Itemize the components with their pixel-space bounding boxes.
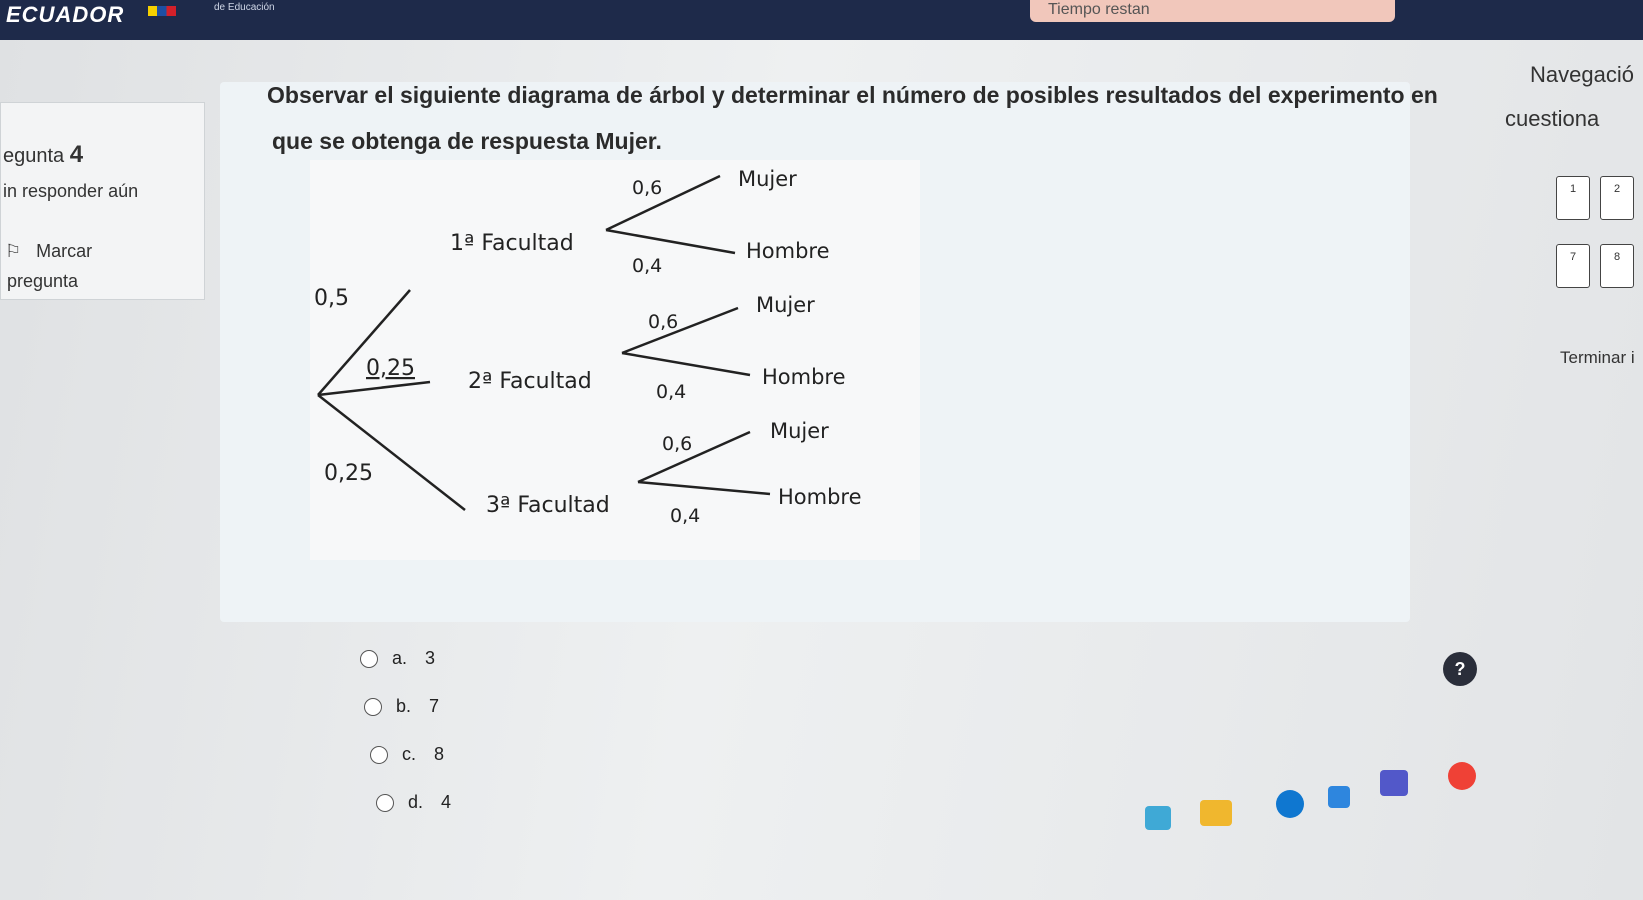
outcome-label-2a: Mujer bbox=[756, 293, 815, 317]
radio-button[interactable] bbox=[376, 793, 394, 812]
sub-prob-2a: 0,6 bbox=[648, 311, 678, 333]
navigation-subtitle: cuestiona bbox=[1505, 106, 1600, 131]
radio-button[interactable] bbox=[364, 697, 382, 716]
finish-attempt-link[interactable]: Terminar i bbox=[1560, 348, 1635, 368]
flag-icon bbox=[148, 6, 176, 16]
answer-text: 4 bbox=[441, 792, 452, 812]
radio-button[interactable] bbox=[360, 649, 378, 668]
radio-button[interactable] bbox=[370, 745, 388, 764]
store-icon[interactable] bbox=[1328, 786, 1350, 808]
answer-text: 7 bbox=[429, 696, 440, 716]
folder-icon[interactable] bbox=[1200, 800, 1232, 826]
sub-prob-3b: 0,4 bbox=[670, 505, 700, 527]
tree-diagram: 0,5 0,25 0,25 1ª Facultad 2ª Facultad 3ª… bbox=[310, 160, 920, 560]
nav-question-1[interactable]: 1 bbox=[1556, 176, 1590, 220]
flag-label-2: pregunta bbox=[7, 271, 79, 291]
question-status: in responder aún bbox=[3, 181, 139, 201]
answer-text: 8 bbox=[434, 744, 445, 764]
answer-option-a[interactable]: a. 3 bbox=[360, 648, 435, 669]
timer-panel: Tiempo restan bbox=[1030, 0, 1395, 22]
facultad-label-3: 3ª Facultad bbox=[486, 493, 610, 518]
branch-line-3 bbox=[317, 394, 466, 511]
navigation-title: Navegació bbox=[1530, 62, 1634, 87]
flag-icon: ⚐ bbox=[5, 241, 22, 261]
sub-branch-3a bbox=[637, 430, 751, 484]
nav-question-7[interactable]: 7 bbox=[1556, 244, 1590, 288]
top-bar: ECUADOR de Educación Tiempo restan bbox=[0, 0, 1643, 40]
sub-prob-1b: 0,4 bbox=[632, 255, 662, 277]
prob-label-2: 0,25 bbox=[366, 356, 415, 381]
sub-branch-1a bbox=[605, 174, 721, 232]
prob-label-1: 0,5 bbox=[314, 286, 349, 311]
answer-option-d[interactable]: d. 4 bbox=[376, 792, 451, 813]
sub-prob-1a: 0,6 bbox=[632, 177, 662, 199]
app-icon[interactable] bbox=[1145, 806, 1171, 830]
answer-option-b[interactable]: b. 7 bbox=[364, 696, 439, 717]
prob-label-3: 0,25 bbox=[324, 461, 373, 486]
question-text: Observar el siguiente diagrama de árbol … bbox=[267, 82, 1438, 108]
sub-prob-3a: 0,6 bbox=[662, 433, 692, 455]
facultad-label-2: 2ª Facultad bbox=[468, 369, 592, 394]
chrome-icon[interactable] bbox=[1448, 762, 1476, 790]
answer-option-c[interactable]: c. 8 bbox=[370, 744, 444, 765]
nav-question-8[interactable]: 8 bbox=[1600, 244, 1634, 288]
question-text-2: que se obtenga de respuesta Mujer. bbox=[272, 128, 662, 154]
sub-branch-2b bbox=[621, 351, 751, 377]
browser-icon[interactable] bbox=[1276, 790, 1304, 818]
question-info-card: egunta 4 in responder aún ⚐ Marcar pregu… bbox=[0, 102, 205, 300]
sub-prob-2b: 0,4 bbox=[656, 381, 686, 403]
question-number: 4 bbox=[69, 141, 84, 168]
brand-logo: ECUADOR bbox=[6, 2, 125, 27]
nav-question-2[interactable]: 2 bbox=[1600, 176, 1634, 220]
question-label: egunta 4 bbox=[3, 141, 84, 168]
sub-branch-3b bbox=[637, 480, 771, 496]
outcome-label-1b: Hombre bbox=[746, 239, 830, 263]
flag-question-link[interactable]: ⚐ Marcar bbox=[5, 241, 92, 262]
help-button[interactable]: ? bbox=[1443, 652, 1477, 686]
answer-text: 3 bbox=[425, 648, 436, 668]
sub-branch-2a bbox=[621, 306, 739, 355]
outcome-label-3a: Mujer bbox=[770, 419, 829, 443]
facultad-label-1: 1ª Facultad bbox=[450, 231, 574, 256]
outcome-label-2b: Hombre bbox=[762, 365, 846, 389]
outcome-label-1a: Mujer bbox=[738, 167, 797, 191]
branch-line-2 bbox=[317, 380, 431, 397]
brand-subtitle: de Educación bbox=[214, 2, 275, 13]
sub-branch-1b bbox=[605, 228, 736, 255]
outcome-label-3b: Hombre bbox=[778, 485, 862, 509]
flag-label: Marcar bbox=[36, 241, 93, 261]
teams-icon[interactable] bbox=[1380, 770, 1408, 796]
